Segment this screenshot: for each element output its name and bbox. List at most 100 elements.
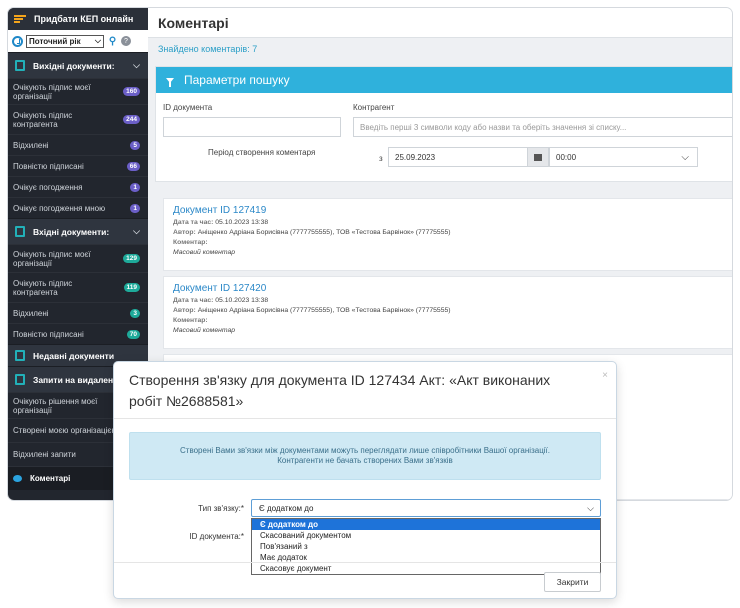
divider xyxy=(114,562,616,563)
sidebar-item-label: Очікує погодження мною xyxy=(13,203,106,213)
doc-link[interactable]: Документ ID 127419 xyxy=(173,205,726,216)
close-icon[interactable]: × xyxy=(602,370,608,381)
option-item[interactable]: Пов'язаний з xyxy=(252,541,600,552)
comment-card: Документ ID 127419 Дата та час: 05.10.20… xyxy=(163,198,732,271)
period-bar: Поточний рік ⌵ ⚲ ? xyxy=(8,30,148,52)
sidebar-item-label: Відхилені запити xyxy=(13,450,76,459)
time-select[interactable]: 00:00 ⌵ xyxy=(549,147,698,167)
period-value: Поточний рік xyxy=(29,36,81,46)
period-select[interactable]: Поточний рік ⌵ xyxy=(26,34,104,48)
option-item[interactable]: Є додатком до xyxy=(252,519,600,530)
doc-comment-line: Масовий коментар xyxy=(173,326,726,336)
buy-kep-link[interactable]: Придбати КЕП онлайн xyxy=(8,8,148,30)
comment-bubble-icon xyxy=(13,475,22,482)
section-incoming[interactable]: Вхідні документи: ⌵ xyxy=(8,218,148,244)
sidebar-item-out-rejected[interactable]: Відхилені 5 xyxy=(8,134,148,155)
author-value: Аніщенко Адріана Борисівна (7777755555),… xyxy=(197,307,451,314)
comment-value: Масовий коментар xyxy=(173,327,236,334)
doc-link[interactable]: Документ ID 127420 xyxy=(173,283,726,294)
link-type-label: Тип зв'язку:* xyxy=(198,504,244,513)
sidebar-item-label: Очікує погодження xyxy=(13,182,83,192)
doc-datetime-line: Дата та час: 05.10.2023 13:38 xyxy=(173,296,726,306)
count-badge: 5 xyxy=(130,140,140,150)
link-type-value: Є додатком до xyxy=(259,503,314,513)
section-outgoing[interactable]: Вихідні документи: ⌵ xyxy=(8,52,148,78)
sidebar-item-label: Повністю підписані xyxy=(13,329,84,339)
doc-comment-label-line: Коментар: xyxy=(173,238,726,248)
sidebar-item-in-await-mine[interactable]: Очікують підпис моєї організації 129 xyxy=(8,244,148,272)
sidebar-item-out-approval[interactable]: Очікує погодження 1 xyxy=(8,176,148,197)
count-badge: 119 xyxy=(123,283,140,292)
document-out-icon xyxy=(15,60,25,71)
doc-comment-line: Масовий коментар xyxy=(173,248,726,258)
info-line-2: Контрагенти не бачать створених Вами зв'… xyxy=(277,456,453,465)
chevron-down-icon: ⌵ xyxy=(587,502,594,513)
doc-id-input[interactable] xyxy=(163,117,341,137)
link-type-select[interactable]: Є додатком до ⌵ xyxy=(251,499,601,517)
author-value: Аніщенко Адріана Борисівна (7777755555),… xyxy=(197,229,451,236)
close-button[interactable]: Закрити xyxy=(544,572,601,592)
sidebar-item-label: Відхилені xyxy=(13,308,49,318)
count-badge: 70 xyxy=(126,329,140,339)
chevron-down-icon: ⌵ xyxy=(133,226,140,236)
date-input[interactable]: 25.09.2023 xyxy=(388,147,528,167)
datetime-value: 05.10.2023 13:38 xyxy=(215,297,269,304)
contractor-label: Контрагент xyxy=(353,103,395,112)
info-line-1: Створені Вами зв'язки між документами мо… xyxy=(180,446,550,455)
sidebar-item-label: Повністю підписані xyxy=(13,161,84,171)
comment-card: Документ ID 127420 Дата та час: 05.10.20… xyxy=(163,276,732,349)
doc-author-line: Автор: Аніщенко Адріана Борисівна (77777… xyxy=(173,228,726,238)
count-badge: 160 xyxy=(123,87,140,96)
sidebar-item-label: Очікують підпис моєї організації xyxy=(13,82,91,101)
time-value: 00:00 xyxy=(556,152,577,162)
datetime-label: Дата та час: xyxy=(173,297,214,304)
menu-icon xyxy=(14,14,26,24)
comment-value: Масовий коментар xyxy=(173,249,236,256)
calendar-icon[interactable] xyxy=(527,147,549,167)
sidebar-item-label: Очікують рішення моєї організації xyxy=(13,396,98,415)
search-icon[interactable]: ⚲ xyxy=(107,36,118,47)
sidebar-item-out-approval-me[interactable]: Очікує погодження мною 1 xyxy=(8,197,148,218)
author-label: Автор: xyxy=(173,229,196,236)
link-type-options: Є додатком до Скасований документом Пов'… xyxy=(251,518,601,575)
link-dialog: Створення зв'язку для документа ID 12743… xyxy=(113,361,617,599)
period-label: Період створення коментаря xyxy=(208,148,316,157)
search-panel: Параметри пошуку ID документа Контрагент… xyxy=(155,66,732,182)
chevron-down-icon: ⌵ xyxy=(94,36,101,45)
count-badge: 66 xyxy=(126,161,140,171)
option-item[interactable]: Скасований документом xyxy=(252,530,600,541)
dialog-title: Створення зв'язку для документа ID 12743… xyxy=(129,372,551,409)
sidebar-item-in-signed[interactable]: Повністю підписані 70 xyxy=(8,323,148,344)
recent-documents-icon xyxy=(15,350,25,361)
doc-id-label: ID документа xyxy=(163,103,213,112)
clock-icon xyxy=(12,35,23,47)
doc-datetime-line: Дата та час: 05.10.2023 13:38 xyxy=(173,218,726,228)
contractor-input[interactable]: Введіть перші 3 символи коду або назви т… xyxy=(353,117,732,137)
comment-label: Коментар: xyxy=(173,317,208,324)
count-badge: 1 xyxy=(130,203,140,213)
deletion-requests-icon xyxy=(15,374,25,385)
doc-author-line: Автор: Аніщенко Адріана Борисівна (77777… xyxy=(173,306,726,316)
help-icon[interactable]: ? xyxy=(121,36,131,46)
sidebar-item-label: Очікують підпис контрагента xyxy=(13,278,73,297)
section-deletion-label: Запити на видалення xyxy=(33,374,124,385)
section-incoming-label: Вхідні документи: xyxy=(33,226,110,237)
doc-comment-label-line: Коментар: xyxy=(173,316,726,326)
sidebar-item-in-rejected[interactable]: Відхилені 3 xyxy=(8,302,148,323)
count-badge: 129 xyxy=(123,254,140,263)
sidebar-item-label: Коментарі xyxy=(30,474,71,483)
search-panel-header[interactable]: Параметри пошуку xyxy=(156,67,732,93)
period-from-label: з xyxy=(379,154,383,163)
count-badge: 1 xyxy=(130,182,140,192)
count-badge: 3 xyxy=(130,308,140,318)
section-outgoing-label: Вихідні документи: xyxy=(33,60,115,71)
buy-kep-label: Придбати КЕП онлайн xyxy=(34,14,134,24)
sidebar-item-out-await-mine[interactable]: Очікують підпис моєї організації 160 xyxy=(8,78,148,104)
sidebar-item-out-await-contractor[interactable]: Очікують підпис контрагента 244 xyxy=(8,104,148,134)
page-title: Коментарі xyxy=(148,8,732,38)
sidebar-item-in-await-contractor[interactable]: Очікують підпис контрагента 119 xyxy=(8,272,148,302)
filter-icon xyxy=(166,77,174,87)
chevron-down-icon: ⌵ xyxy=(133,60,140,70)
info-alert: Створені Вами зв'язки між документами мо… xyxy=(129,432,601,480)
sidebar-item-out-signed[interactable]: Повністю підписані 66 xyxy=(8,155,148,176)
